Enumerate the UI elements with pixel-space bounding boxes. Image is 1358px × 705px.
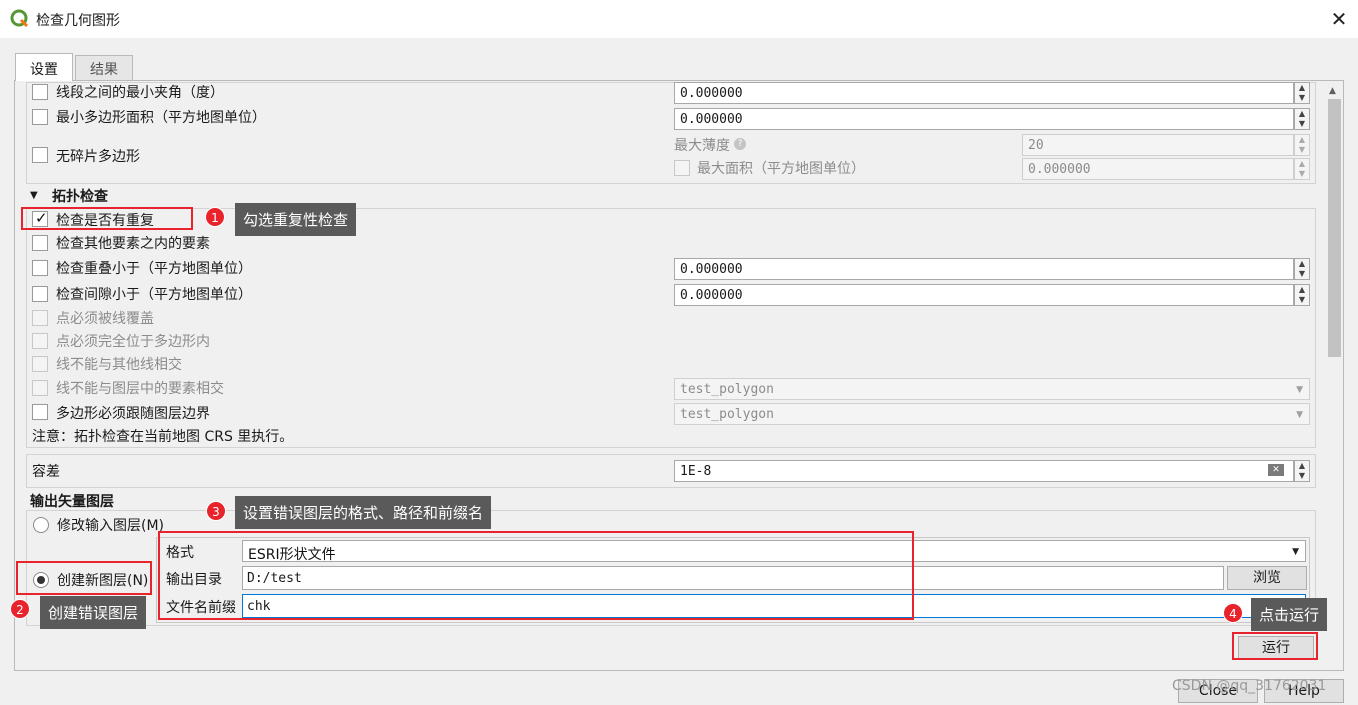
gaps-input[interactable]: 0.000000 bbox=[674, 284, 1294, 306]
annotation-box-2 bbox=[16, 561, 152, 595]
title-bar bbox=[0, 0, 1358, 38]
scroll-up-icon[interactable]: ▲ bbox=[1329, 86, 1336, 96]
overlap-input[interactable]: 0.000000 bbox=[674, 258, 1294, 280]
annotation-box-1 bbox=[21, 207, 193, 230]
watermark: CSDN @qq_31762031 bbox=[1172, 678, 1327, 694]
annotation-callout-2: 创建错误图层 bbox=[40, 596, 147, 629]
overlap-spinner[interactable]: ▲ ▼ bbox=[1294, 258, 1310, 280]
overlap-label: 检查重叠小于（平方地图单位） bbox=[56, 261, 252, 277]
line-no-layer-intersect-checkbox[interactable] bbox=[32, 380, 48, 396]
window-title: 检查几何图形 bbox=[36, 13, 120, 29]
point-covered-checkbox[interactable] bbox=[32, 310, 48, 326]
min-angle-checkbox[interactable] bbox=[32, 84, 48, 100]
qgis-logo-icon bbox=[10, 9, 29, 28]
line-no-intersect-checkbox[interactable] bbox=[32, 356, 48, 372]
max-thinness-input[interactable]: 20 bbox=[1022, 134, 1294, 156]
max-area-checkbox[interactable] bbox=[674, 160, 690, 176]
annotation-badge-4: 4 bbox=[1223, 603, 1243, 623]
annotation-callout-4: 点击运行 bbox=[1251, 598, 1328, 631]
collapse-arrow-icon[interactable]: ▼ bbox=[30, 190, 38, 201]
annotation-box-3 bbox=[158, 531, 914, 620]
tolerance-input[interactable]: 1E-8 bbox=[674, 460, 1294, 482]
annotation-box-4 bbox=[1232, 632, 1318, 660]
within-other-checkbox[interactable] bbox=[32, 235, 48, 251]
browse-button[interactable]: 浏览 bbox=[1227, 566, 1307, 590]
annotation-callout-3: 设置错误图层的格式、路径和前缀名 bbox=[235, 496, 492, 529]
tolerance-label: 容差 bbox=[32, 464, 60, 480]
help-icon[interactable]: ? bbox=[734, 138, 746, 150]
gaps-checkbox[interactable] bbox=[32, 286, 48, 302]
modify-input-radio[interactable] bbox=[33, 517, 49, 533]
min-area-input[interactable]: 0.000000 bbox=[674, 108, 1294, 130]
poly-follow-boundary-checkbox[interactable] bbox=[32, 404, 48, 420]
min-area-spinner[interactable]: ▲ ▼ bbox=[1294, 108, 1310, 130]
min-angle-spinner[interactable]: ▲ ▼ bbox=[1294, 82, 1310, 104]
line-no-intersect-label: 线不能与其他线相交 bbox=[56, 357, 182, 373]
tolerance-spinner[interactable]: ▲ ▼ bbox=[1294, 460, 1310, 482]
point-in-poly-checkbox[interactable] bbox=[32, 333, 48, 349]
annotation-badge-3: 3 bbox=[206, 501, 226, 521]
within-other-label: 检查其他要素之内的要素 bbox=[56, 236, 210, 252]
poly-follow-boundary-label: 多边形必须跟随图层边界 bbox=[56, 406, 210, 422]
point-in-poly-label: 点必须完全位于多边形内 bbox=[56, 334, 210, 350]
max-area-label: 最大面积（平方地图单位） bbox=[697, 161, 865, 177]
min-area-label: 最小多边形面积（平方地图单位） bbox=[56, 110, 266, 126]
tab-results[interactable]: 结果 bbox=[75, 55, 133, 80]
annotation-badge-1: 1 bbox=[205, 207, 225, 227]
annotation-callout-1: 勾选重复性检查 bbox=[235, 203, 357, 236]
tab-settings[interactable]: 设置 bbox=[15, 53, 73, 81]
output-title: 输出矢量图层 bbox=[30, 494, 114, 510]
topology-title[interactable]: 拓扑检查 bbox=[52, 186, 108, 206]
close-icon[interactable]: ✕ bbox=[1326, 6, 1352, 32]
no-slivers-label: 无碎片多边形 bbox=[56, 149, 140, 165]
line-layer-select[interactable]: test_polygon ▼ bbox=[674, 378, 1310, 400]
gaps-label: 检查间隙小于（平方地图单位） bbox=[56, 287, 252, 303]
topology-note: 注意：拓扑检查在当前地图 CRS 里执行。 bbox=[32, 429, 294, 445]
clear-icon[interactable]: ✕ bbox=[1268, 464, 1284, 476]
max-thinness-label: 最大薄度 bbox=[674, 138, 730, 154]
min-angle-label: 线段之间的最小夹角（度） bbox=[56, 85, 224, 101]
max-thinness-spinner[interactable]: ▲ ▼ bbox=[1294, 134, 1310, 156]
no-slivers-checkbox[interactable] bbox=[32, 147, 48, 163]
modify-input-label: 修改输入图层(M) bbox=[57, 518, 165, 534]
annotation-badge-2: 2 bbox=[10, 599, 30, 619]
min-angle-input[interactable]: 0.000000 bbox=[674, 82, 1294, 104]
scrollbar-thumb[interactable] bbox=[1328, 99, 1341, 357]
max-area-input[interactable]: 0.000000 bbox=[1022, 158, 1294, 180]
polygon-layer-select[interactable]: test_polygon ▼ bbox=[674, 403, 1310, 425]
max-area-spinner[interactable]: ▲ ▼ bbox=[1294, 158, 1310, 180]
point-covered-label: 点必须被线覆盖 bbox=[56, 311, 154, 327]
overlap-checkbox[interactable] bbox=[32, 260, 48, 276]
gaps-spinner[interactable]: ▲ ▼ bbox=[1294, 284, 1310, 306]
min-area-checkbox[interactable] bbox=[32, 109, 48, 125]
line-no-layer-intersect-label: 线不能与图层中的要素相交 bbox=[56, 381, 224, 397]
